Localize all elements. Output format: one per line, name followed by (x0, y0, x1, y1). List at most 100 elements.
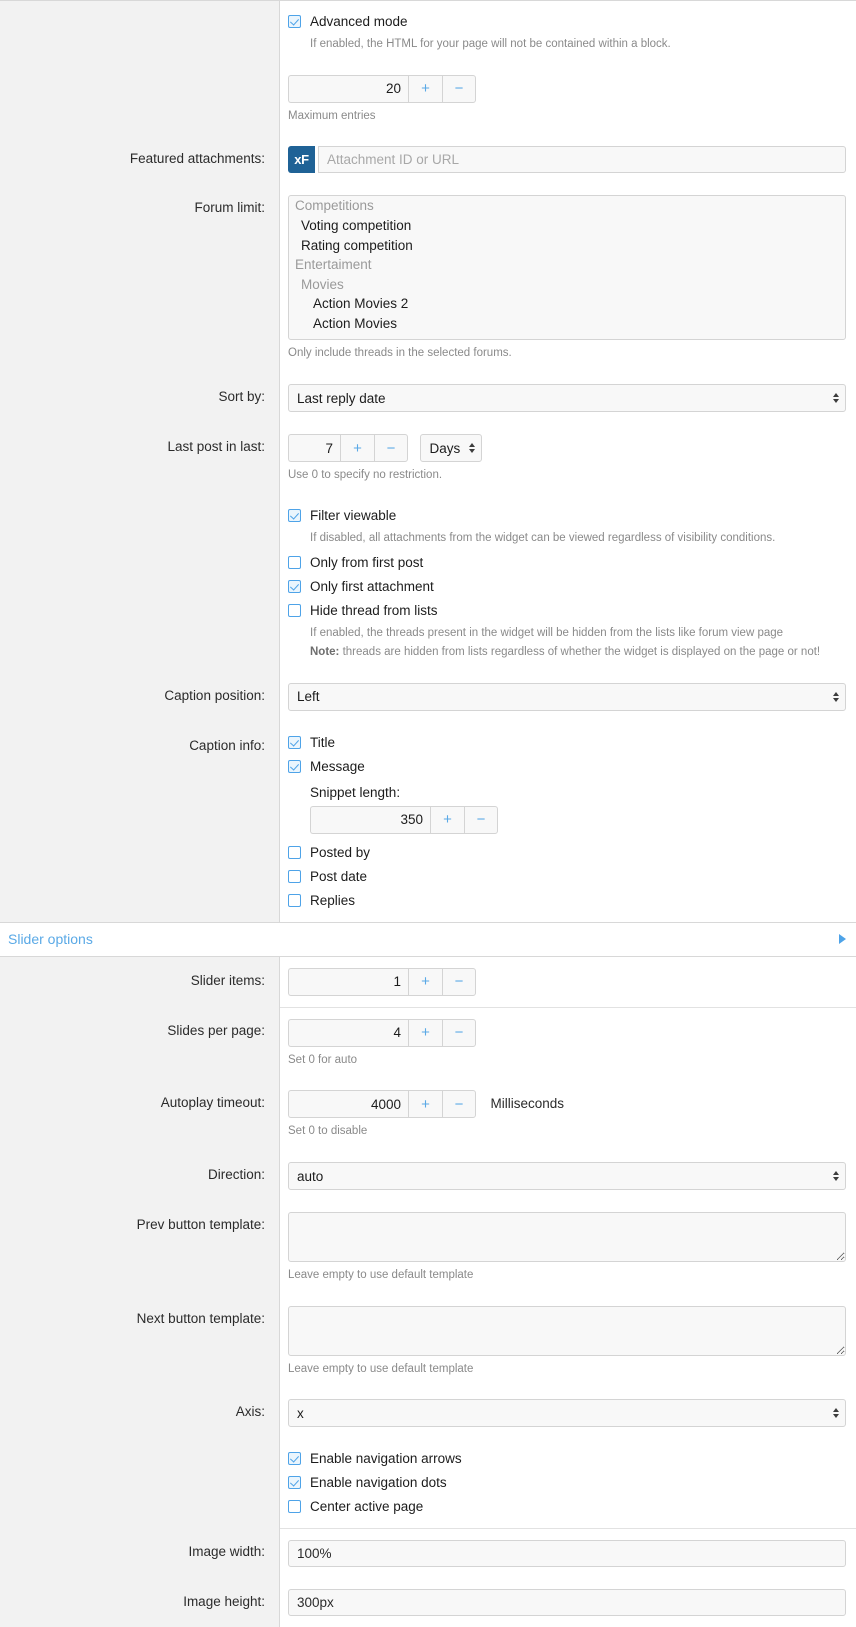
prev-button-template-textarea[interactable] (288, 1212, 846, 1262)
checkbox-enable-navigation-arrows-box[interactable] (288, 1452, 301, 1465)
axis-label: Axis: (0, 1388, 280, 1438)
row-label-empty (0, 495, 280, 672)
checkbox-caption-title[interactable]: Title (288, 733, 846, 752)
autoplay-timeout-increment-button[interactable]: + (408, 1090, 442, 1118)
checkbox-hide-thread-from-lists-box[interactable] (288, 604, 301, 617)
max-entries-stepper[interactable]: + − (288, 75, 476, 103)
attachment-id-input[interactable] (318, 146, 846, 173)
forum-limit-listbox[interactable]: Competitions Voting competition Rating c… (288, 195, 846, 340)
snippet-length-block: Snippet length: + − (310, 785, 846, 834)
checkbox-posted-by[interactable]: Posted by (288, 843, 846, 862)
section-header-slider-options-title: Slider options (8, 931, 93, 947)
snippet-length-title: Snippet length: (310, 785, 846, 800)
checkbox-post-date-label: Post date (310, 867, 367, 886)
last-post-stepper[interactable]: + − (288, 434, 408, 462)
autoplay-timeout-decrement-button[interactable]: − (442, 1090, 476, 1118)
checkbox-only-first-attachment-box[interactable] (288, 580, 301, 593)
checkbox-enable-navigation-dots-box[interactable] (288, 1476, 301, 1489)
checkbox-caption-message-label: Message (310, 757, 365, 776)
list-item[interactable]: Movies (289, 275, 845, 295)
image-width-control (280, 1528, 856, 1578)
last-post-unit-select[interactable]: Days (420, 434, 482, 462)
list-item[interactable]: Action Movies (289, 314, 845, 334)
section-header-slider-options[interactable]: Slider options (0, 922, 856, 957)
widget-options-form: Advanced mode If enabled, the HTML for y… (0, 0, 856, 1627)
snippet-length-decrement-button[interactable]: − (464, 806, 498, 834)
slider-items-input[interactable] (288, 968, 408, 996)
slider-items-stepper[interactable]: + − (288, 968, 476, 996)
checkbox-only-first-attachment[interactable]: Only first attachment (288, 577, 846, 596)
slides-per-page-decrement-button[interactable]: − (442, 1019, 476, 1047)
autoplay-timeout-unit-label: Milliseconds (490, 1090, 564, 1118)
caption-position-control: Left (280, 672, 856, 722)
forum-limit-control: Competitions Voting competition Rating c… (280, 184, 856, 373)
list-item[interactable]: Competitions (289, 196, 845, 216)
checkbox-replies-box[interactable] (288, 894, 301, 907)
checkbox-only-from-first-post-box[interactable] (288, 556, 301, 569)
slides-per-page-stepper[interactable]: + − (288, 1019, 476, 1047)
autoplay-timeout-stepper[interactable]: + − (288, 1090, 476, 1118)
next-button-template-textarea[interactable] (288, 1306, 846, 1356)
slider-items-decrement-button[interactable]: − (442, 968, 476, 996)
advanced-mode-control: Advanced mode If enabled, the HTML for y… (280, 1, 856, 64)
checkbox-posted-by-label: Posted by (310, 843, 370, 862)
last-post-value-input[interactable] (288, 434, 340, 462)
snippet-length-stepper[interactable]: + − (310, 806, 498, 834)
checkbox-advanced-mode[interactable]: Advanced mode (288, 12, 846, 31)
checkbox-filter-viewable-box[interactable] (288, 509, 301, 522)
checkbox-enable-navigation-arrows[interactable]: Enable navigation arrows (288, 1449, 846, 1468)
row-prev-button-template: Prev button template: Leave empty to use… (0, 1201, 856, 1295)
checkbox-advanced-mode-box[interactable] (288, 15, 301, 28)
row-slider-items: Slider items: + − (0, 957, 856, 1007)
image-width-input[interactable] (288, 1540, 846, 1567)
checkbox-center-active-page[interactable]: Center active page (288, 1497, 846, 1516)
checkbox-post-date[interactable]: Post date (288, 867, 846, 886)
list-item[interactable]: Voting competition (289, 216, 845, 236)
checkbox-hide-thread-from-lists[interactable]: Hide thread from lists (288, 601, 846, 620)
forum-limit-hint: Only include threads in the selected for… (288, 345, 846, 362)
checkbox-posted-by-box[interactable] (288, 846, 301, 859)
snippet-length-input[interactable] (310, 806, 430, 834)
max-entries-decrement-button[interactable]: − (442, 75, 476, 103)
last-post-label: Last post in last: (0, 423, 280, 495)
axis-select-wrap: x (288, 1399, 846, 1427)
checkbox-enable-navigation-dots[interactable]: Enable navigation dots (288, 1473, 846, 1492)
slider-items-label: Slider items: (0, 957, 280, 1007)
slider-items-increment-button[interactable]: + (408, 968, 442, 996)
list-item[interactable]: Entertaiment (289, 255, 845, 275)
max-entries-input[interactable] (288, 75, 408, 103)
forum-limit-listbox-items: Competitions Voting competition Rating c… (289, 195, 845, 333)
slides-per-page-input[interactable] (288, 1019, 408, 1047)
last-post-decrement-button[interactable]: − (374, 434, 408, 462)
checkbox-caption-title-box[interactable] (288, 736, 301, 749)
axis-select[interactable]: x (288, 1399, 846, 1427)
direction-select[interactable]: auto (288, 1162, 846, 1190)
slides-per-page-increment-button[interactable]: + (408, 1019, 442, 1047)
checkbox-caption-message[interactable]: Message (288, 757, 846, 776)
caption-position-select[interactable]: Left (288, 683, 846, 711)
hide-thread-hint: If enabled, the threads present in the w… (310, 625, 846, 642)
checkbox-filter-viewable[interactable]: Filter viewable (288, 506, 846, 525)
checkbox-only-from-first-post[interactable]: Only from first post (288, 553, 846, 572)
axis-control: x (280, 1388, 856, 1438)
max-entries-increment-button[interactable]: + (408, 75, 442, 103)
snippet-length-increment-button[interactable]: + (430, 806, 464, 834)
checkbox-hide-thread-from-lists-label: Hide thread from lists (310, 601, 438, 620)
row-sort-by: Sort by: Last reply date (0, 373, 856, 423)
list-item[interactable]: Action Movies 2 (289, 294, 845, 314)
row-last-post-in-last: Last post in last: + − Days Use 0 to spe… (0, 423, 856, 495)
sort-by-select[interactable]: Last reply date (288, 384, 846, 412)
chevron-right-icon[interactable] (839, 934, 846, 944)
slider-items-control: + − (280, 957, 856, 1007)
list-item[interactable]: Rating competition (289, 236, 845, 256)
checkbox-replies[interactable]: Replies (288, 891, 846, 910)
checkbox-post-date-box[interactable] (288, 870, 301, 883)
checkbox-caption-message-box[interactable] (288, 760, 301, 773)
image-height-input[interactable] (288, 1589, 846, 1616)
autoplay-timeout-input[interactable] (288, 1090, 408, 1118)
xenforo-logo-icon: xF (288, 146, 315, 173)
prev-button-template-label: Prev button template: (0, 1201, 280, 1295)
checkbox-center-active-page-box[interactable] (288, 1500, 301, 1513)
row-axis: Axis: x (0, 1388, 856, 1438)
last-post-increment-button[interactable]: + (340, 434, 374, 462)
